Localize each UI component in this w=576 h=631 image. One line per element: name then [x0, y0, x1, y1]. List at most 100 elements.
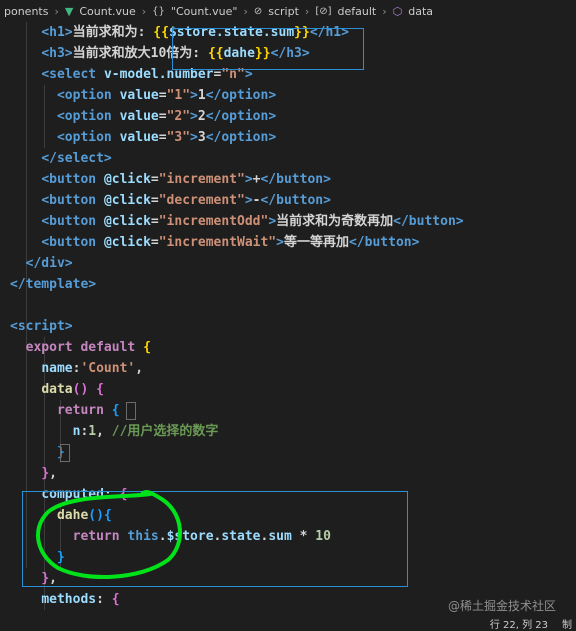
- cube-icon: ⬡: [392, 4, 403, 18]
- code-token: "incrementWait": [158, 235, 277, 250]
- watermark: @稀土掘金技术社区: [447, 599, 556, 613]
- code-token: value: [119, 109, 159, 124]
- chevron-right-icon: ›: [54, 4, 59, 18]
- element-icon: ⊘: [253, 5, 263, 17]
- code-line[interactable]: <button @click="incrementWait">等一等再加</bu…: [10, 232, 419, 253]
- code-token: value: [119, 88, 159, 103]
- code-line[interactable]: </template>: [10, 274, 96, 295]
- code-token: //用户选择的数字: [111, 424, 219, 439]
- code-token: ,: [49, 466, 57, 481]
- code-token: 'Count': [80, 361, 136, 376]
- code-token: </button>: [260, 172, 331, 187]
- code-token: methods: [41, 592, 97, 607]
- breadcrumb-folder[interactable]: ponents: [4, 5, 48, 18]
- code-token: >: [190, 130, 198, 145]
- code-token: data: [41, 382, 73, 397]
- code-line[interactable]: <script>: [10, 316, 73, 337]
- breadcrumb-default[interactable]: default: [338, 5, 377, 18]
- code-token: 当前求和为:: [72, 25, 154, 40]
- code-token: @click: [103, 193, 151, 208]
- code-token: value: [119, 130, 159, 145]
- code-token: {: [111, 403, 120, 418]
- code-token: <h1>: [41, 25, 73, 40]
- code-token: =: [150, 193, 159, 208]
- code-token: <option: [56, 88, 120, 103]
- code-line[interactable]: export default {: [10, 337, 151, 358]
- code-token: </select>: [41, 151, 112, 166]
- code-token: export default: [25, 340, 144, 355]
- code-token: <button: [41, 214, 104, 229]
- vue-file-icon: ▼: [64, 4, 74, 18]
- code-token: 等一等再加: [283, 235, 349, 250]
- code-line[interactable]: <option value="3">3</option>: [10, 127, 276, 148]
- code-token: ,: [135, 361, 144, 376]
- code-line[interactable]: <button @click="decrement">-</button>: [10, 190, 331, 211]
- code-token: 当前求和为奇数再加: [276, 214, 394, 229]
- chevron-right-icon: ›: [141, 4, 147, 18]
- code-token: =: [150, 172, 159, 187]
- code-token: :: [96, 592, 112, 607]
- status-bar: 行 22, 列 23 制: [0, 615, 576, 631]
- bracket-match-highlight: [126, 402, 136, 420]
- code-token: <script>: [10, 319, 73, 334]
- code-token: @click: [103, 172, 151, 187]
- breadcrumb-template[interactable]: "Count.vue": [171, 5, 238, 18]
- code-line[interactable]: <button @click="incrementOdd">当前求和为奇数再加<…: [10, 211, 464, 232]
- code-token: <button: [41, 193, 104, 208]
- code-token: }: [41, 466, 50, 481]
- breadcrumb-script[interactable]: script: [268, 5, 299, 18]
- code-line[interactable]: <option value="2">2</option>: [10, 106, 276, 127]
- code-line[interactable]: methods: {: [10, 589, 120, 610]
- code-line[interactable]: <button @click="increment">+</button>: [10, 169, 331, 190]
- code-token: =: [150, 235, 159, 250]
- code-line[interactable]: n:1, //用户选择的数字: [10, 421, 219, 442]
- code-token: =: [158, 109, 167, 124]
- breadcrumb-data[interactable]: data: [408, 5, 433, 18]
- code-token: "incrementOdd": [158, 214, 269, 229]
- code-line[interactable]: return {: [10, 400, 120, 421]
- code-line[interactable]: }: [10, 442, 65, 463]
- code-line[interactable]: data() {: [10, 379, 104, 400]
- code-token: @click: [103, 214, 151, 229]
- annotation-box-computed: [22, 491, 408, 587]
- code-token: {: [96, 382, 104, 397]
- code-token: </template>: [10, 277, 97, 292]
- code-token: {: [111, 592, 120, 607]
- code-token: "1": [166, 88, 191, 103]
- code-line[interactable]: </div>: [10, 253, 73, 274]
- code-line[interactable]: },: [10, 463, 57, 484]
- code-line[interactable]: </select>: [10, 148, 112, 169]
- code-token: >: [190, 109, 198, 124]
- code-token: =: [158, 130, 167, 145]
- code-token: @click: [103, 235, 151, 250]
- code-token: </button>: [393, 214, 464, 229]
- code-token: =: [150, 214, 159, 229]
- chevron-right-icon: ›: [243, 4, 248, 18]
- code-token: </option>: [205, 109, 277, 124]
- code-line[interactable]: <option value="1">1</option>: [10, 85, 276, 106]
- code-line[interactable]: name:'Count',: [10, 358, 143, 379]
- code-token: return: [56, 403, 112, 418]
- code-token: 2: [197, 109, 206, 124]
- code-token: <option: [56, 130, 120, 145]
- code-token: 3: [197, 130, 206, 145]
- code-token: >: [268, 214, 277, 229]
- breadcrumb-file[interactable]: Count.vue: [79, 5, 135, 18]
- chevron-right-icon: ›: [304, 4, 310, 18]
